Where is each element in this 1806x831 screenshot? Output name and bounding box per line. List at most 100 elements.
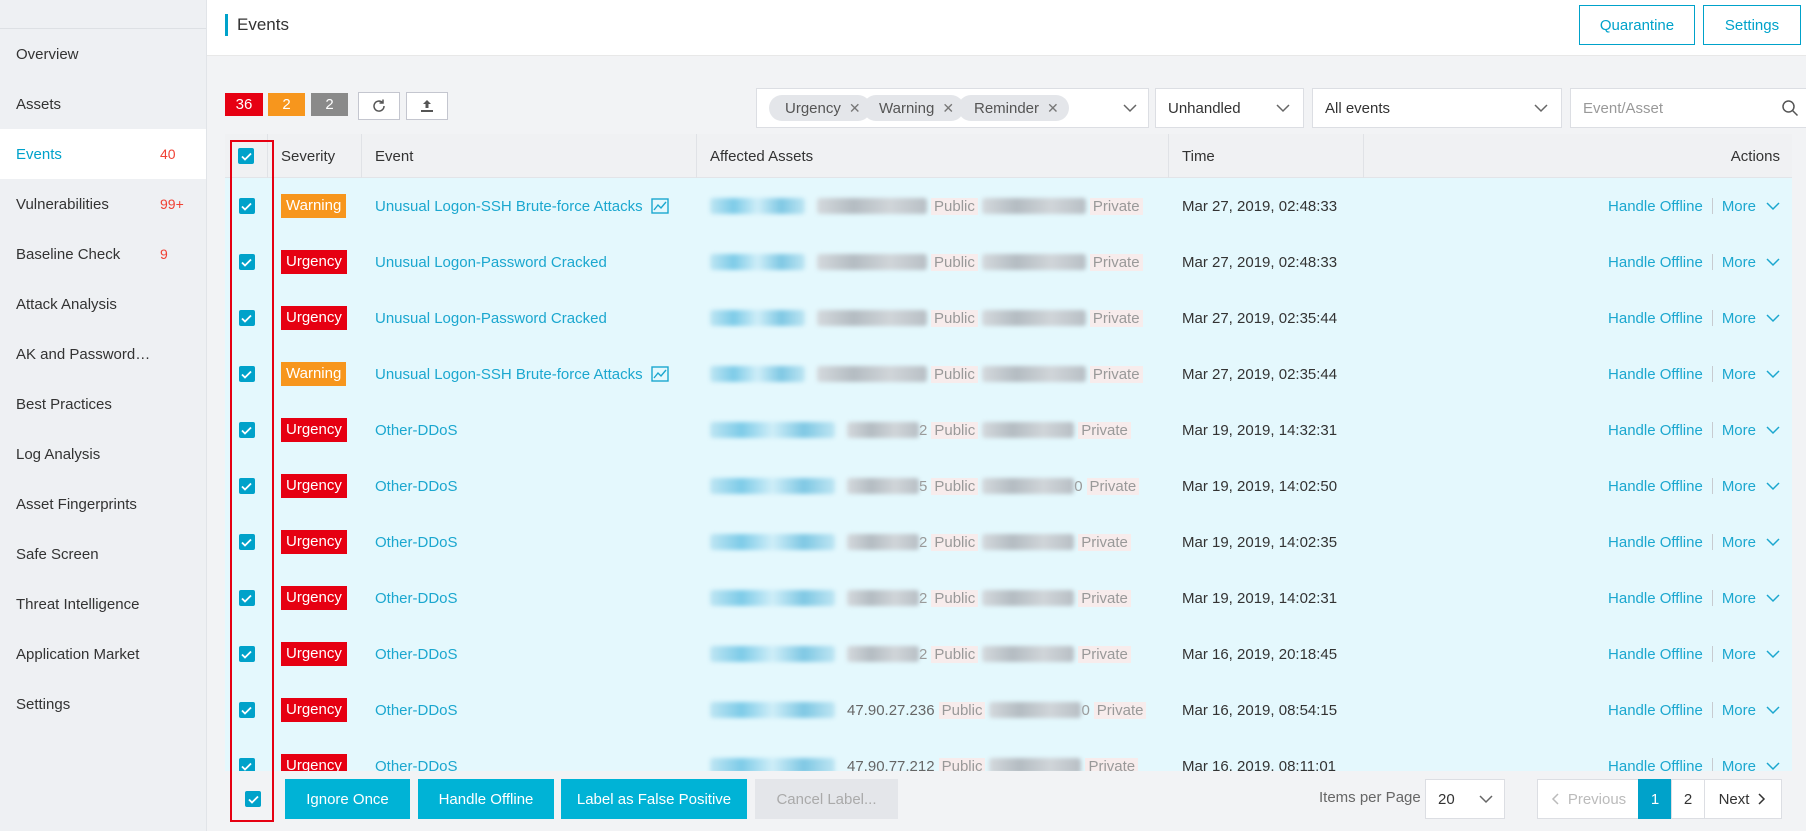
refresh-button[interactable] <box>358 92 400 120</box>
event-link[interactable]: Unusual Logon-Password Cracked <box>375 310 607 327</box>
handle-offline-link[interactable]: Handle Offline <box>1608 646 1703 663</box>
more-label: More <box>1721 253 1756 271</box>
sidebar-item-events[interactable]: Events 40 <box>0 129 206 179</box>
trend-chart-icon[interactable] <box>650 366 669 382</box>
remove-tag-icon[interactable]: ✕ <box>849 100 861 117</box>
more-dropdown[interactable]: More <box>1722 590 1780 607</box>
sidebar-item-safe-screen[interactable]: Safe Screen <box>0 529 206 579</box>
event-link[interactable]: Other-DDoS <box>375 646 458 663</box>
event-type-select[interactable]: All events <box>1312 88 1562 128</box>
page-1-button[interactable]: 1 <box>1638 779 1672 819</box>
trend-chart-icon[interactable] <box>650 198 669 214</box>
event-link[interactable]: Other-DDoS <box>375 590 458 607</box>
reminder-count-badge[interactable]: 2 <box>311 93 348 116</box>
sidebar-item-baseline-check[interactable]: Baseline Check 9 <box>0 229 206 279</box>
row-checkbox[interactable] <box>238 478 255 494</box>
affected-assets-cell: 2 Public Private <box>710 514 1135 570</box>
sidebar-item-assets[interactable]: Assets <box>0 79 206 129</box>
handle-offline-link[interactable]: Handle Offline <box>1608 198 1703 215</box>
event-link[interactable]: Unusual Logon-SSH Brute-force Attacks <box>375 198 643 215</box>
check-icon <box>241 594 252 603</box>
row-checkbox[interactable] <box>238 254 255 270</box>
row-checkbox[interactable] <box>238 702 255 718</box>
event-link[interactable]: Other-DDoS <box>375 422 458 439</box>
col-time[interactable]: Time <box>1169 134 1364 178</box>
sidebar-item-asset-fingerprints[interactable]: Asset Fingerprints <box>0 479 206 529</box>
handle-offline-link[interactable]: Handle Offline <box>1608 702 1703 719</box>
urgency-count-badge[interactable]: 36 <box>225 93 263 116</box>
handle-offline-link[interactable]: Handle Offline <box>1608 534 1703 551</box>
more-dropdown[interactable]: More <box>1722 646 1780 663</box>
more-dropdown[interactable]: More <box>1722 758 1780 771</box>
row-checkbox[interactable] <box>238 366 255 382</box>
row-checkbox[interactable] <box>238 310 255 326</box>
handle-offline-link[interactable]: Handle Offline <box>1608 590 1703 607</box>
footer-select-all-checkbox[interactable] <box>245 791 261 807</box>
settings-button[interactable]: Settings <box>1703 5 1801 45</box>
row-checkbox[interactable] <box>238 758 255 771</box>
severity-filter[interactable]: Urgency ✕ Warning ✕ Reminder ✕ <box>756 88 1149 128</box>
ignore-once-button[interactable]: Ignore Once <box>285 779 410 819</box>
filter-tag-reminder[interactable]: Reminder ✕ <box>958 95 1069 121</box>
chevron-down-icon[interactable] <box>1122 100 1138 116</box>
row-checkbox[interactable] <box>238 422 255 438</box>
sidebar-item-settings[interactable]: Settings <box>0 679 206 729</box>
table-row: Urgency Other-DDoS 2 Public Private Mar 16, 2… <box>225 626 1792 682</box>
cancel-label-button[interactable]: Cancel Label... <box>755 779 898 819</box>
more-dropdown[interactable]: More <box>1722 478 1780 495</box>
more-dropdown[interactable]: More <box>1722 310 1780 327</box>
sidebar-item-overview[interactable]: Overview <box>0 29 206 79</box>
event-link[interactable]: Other-DDoS <box>375 758 458 772</box>
filter-tag-urgency[interactable]: Urgency ✕ <box>769 95 871 121</box>
row-checkbox[interactable] <box>238 590 255 606</box>
more-dropdown[interactable]: More <box>1722 254 1780 271</box>
row-checkbox[interactable] <box>238 534 255 550</box>
more-dropdown[interactable]: More <box>1722 702 1780 719</box>
more-dropdown[interactable]: More <box>1722 366 1780 383</box>
row-checkbox[interactable] <box>238 198 255 214</box>
col-severity[interactable]: Severity <box>268 134 362 178</box>
handle-offline-link[interactable]: Handle Offline <box>1608 422 1703 439</box>
status-select[interactable]: Unhandled <box>1155 88 1304 128</box>
row-checkbox[interactable] <box>238 646 255 662</box>
sidebar-item-best-practices[interactable]: Best Practices <box>0 379 206 429</box>
event-link[interactable]: Other-DDoS <box>375 534 458 551</box>
sidebar-item-ak-and-password-leak[interactable]: AK and Password Leak... <box>0 329 206 379</box>
col-affected-assets[interactable]: Affected Assets <box>697 134 1169 178</box>
event-link[interactable]: Other-DDoS <box>375 702 458 719</box>
remove-tag-icon[interactable]: ✕ <box>1047 100 1059 117</box>
more-dropdown[interactable]: More <box>1722 534 1780 551</box>
col-event[interactable]: Event <box>362 134 697 178</box>
handle-offline-link[interactable]: Handle Offline <box>1608 758 1703 772</box>
handle-offline-link[interactable]: Handle Offline <box>1608 366 1703 383</box>
sidebar-item-attack-analysis[interactable]: Attack Analysis <box>0 279 206 329</box>
quarantine-button[interactable]: Quarantine <box>1579 5 1695 45</box>
remove-tag-icon[interactable]: ✕ <box>942 100 954 117</box>
sidebar-item-vulnerabilities[interactable]: Vulnerabilities 99+ <box>0 179 206 229</box>
sidebar-item-application-market[interactable]: Application Market <box>0 629 206 679</box>
handle-offline-link[interactable]: Handle Offline <box>1608 478 1703 495</box>
sidebar-item-threat-intelligence[interactable]: Threat Intelligence <box>0 579 206 629</box>
label-false-positive-button[interactable]: Label as False Positive <box>561 779 747 819</box>
redacted-asset-name <box>710 534 835 550</box>
warning-count-badge[interactable]: 2 <box>268 93 305 116</box>
previous-page-button[interactable]: Previous <box>1537 779 1639 819</box>
filter-tag-warning[interactable]: Warning ✕ <box>863 95 965 121</box>
items-per-page-select[interactable]: 20 <box>1425 779 1505 819</box>
more-dropdown[interactable]: More <box>1722 422 1780 439</box>
public-tag: Public <box>931 309 978 327</box>
event-link[interactable]: Other-DDoS <box>375 478 458 495</box>
more-dropdown[interactable]: More <box>1722 198 1780 215</box>
event-link[interactable]: Unusual Logon-SSH Brute-force Attacks <box>375 366 643 383</box>
search-icon[interactable] <box>1781 99 1799 117</box>
export-button[interactable] <box>406 92 448 120</box>
handle-offline-link[interactable]: Handle Offline <box>1608 310 1703 327</box>
page-2-button[interactable]: 2 <box>1671 779 1705 819</box>
handle-offline-link[interactable]: Handle Offline <box>1608 254 1703 271</box>
event-link[interactable]: Unusual Logon-Password Cracked <box>375 254 607 271</box>
sidebar-item-log-analysis[interactable]: Log Analysis <box>0 429 206 479</box>
next-page-button[interactable]: Next <box>1704 779 1782 819</box>
handle-offline-button[interactable]: Handle Offline <box>418 779 554 819</box>
search-input[interactable] <box>1571 89 1761 127</box>
select-all-checkbox[interactable] <box>238 148 254 164</box>
